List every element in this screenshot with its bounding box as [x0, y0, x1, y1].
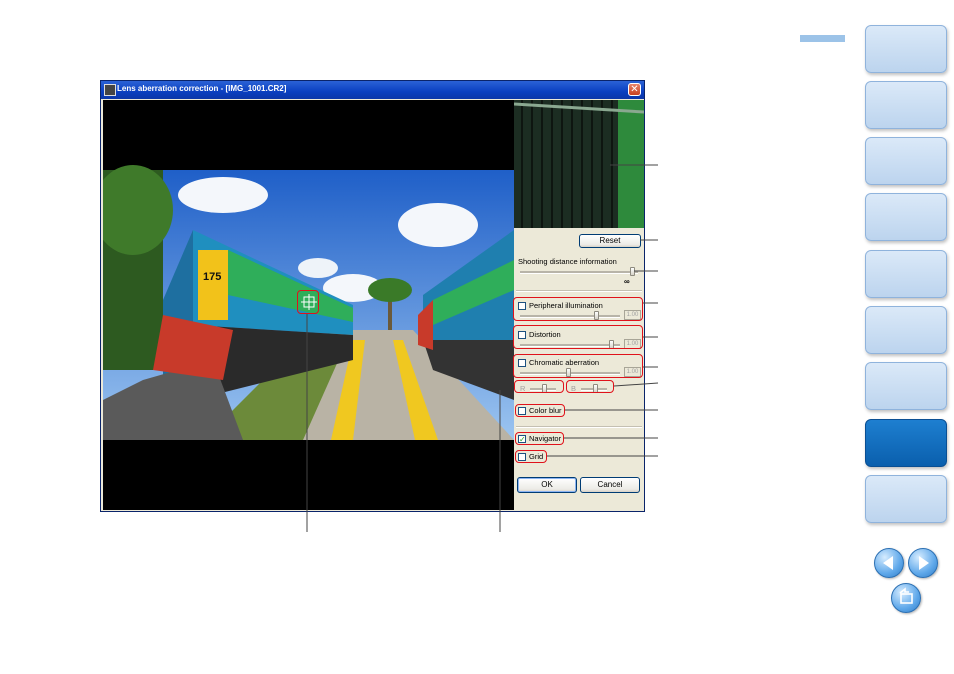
callout-lines [306, 164, 659, 532]
